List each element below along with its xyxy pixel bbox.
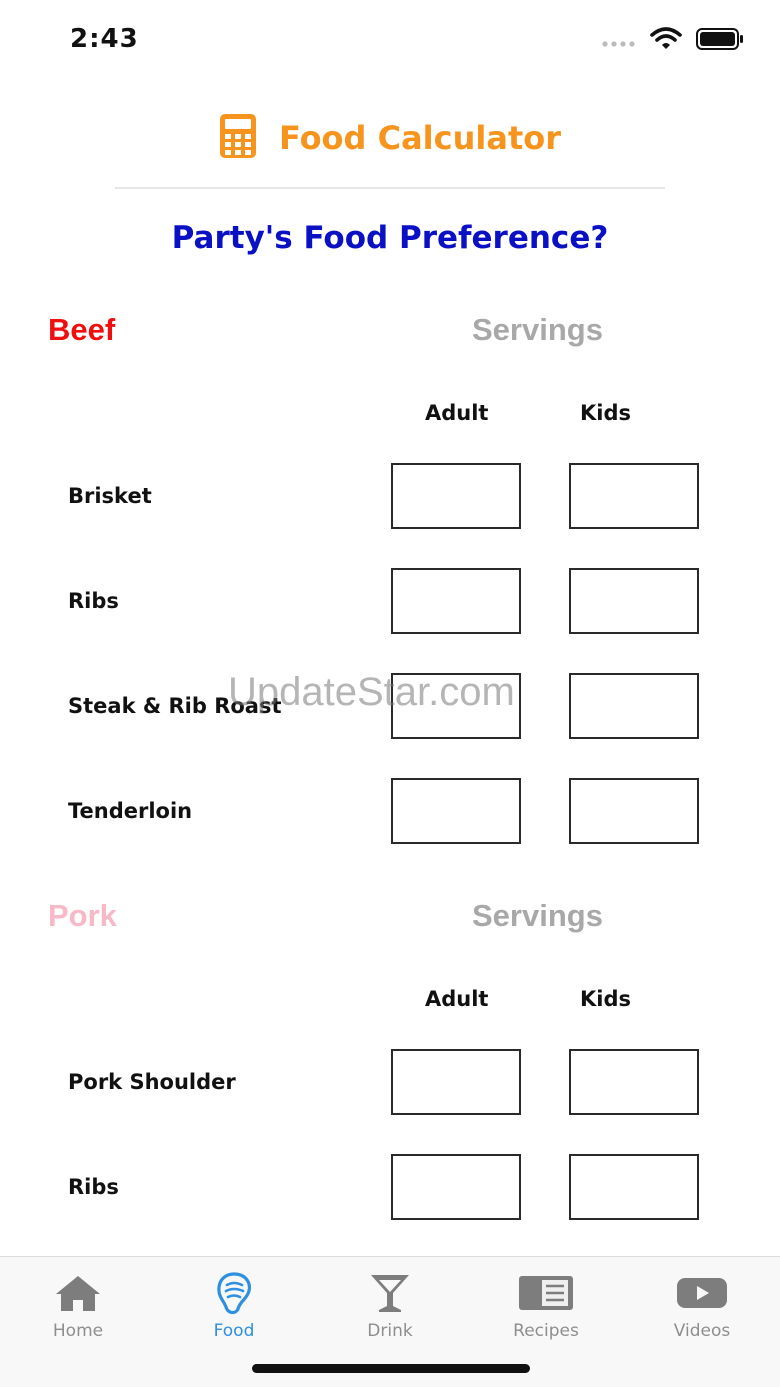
- cellular-signal-icon: [602, 32, 636, 51]
- tab-food[interactable]: Food: [174, 1271, 294, 1351]
- battery-icon: [696, 28, 744, 54]
- tenderloin-adult-input[interactable]: [391, 778, 521, 844]
- tab-label: Videos: [673, 1321, 731, 1341]
- recipe-book-icon: [518, 1271, 574, 1315]
- brisket-adult-input[interactable]: [391, 463, 521, 529]
- home-indicator: [252, 1364, 530, 1373]
- tab-label: Recipes: [513, 1321, 579, 1341]
- tab-home[interactable]: Home: [18, 1271, 138, 1351]
- cocktail-icon: [362, 1271, 418, 1315]
- section-title-beef: Beef: [48, 312, 116, 347]
- tab-label: Home: [52, 1321, 104, 1341]
- food-preference-question: Party's Food Preference?: [171, 220, 609, 256]
- tab-drink[interactable]: Drink: [330, 1271, 450, 1351]
- brisket-kids-input[interactable]: [569, 463, 699, 529]
- status-bar: 2:43: [0, 0, 780, 80]
- steak-rib-roast-kids-input[interactable]: [569, 673, 699, 739]
- row-label-pork-shoulder: Pork Shoulder: [68, 1070, 236, 1094]
- pork-shoulder-kids-input[interactable]: [569, 1049, 699, 1115]
- column-header-kids: Kids: [580, 401, 632, 425]
- row-label-pork-ribs: Ribs: [68, 1175, 119, 1199]
- status-icons: [602, 27, 744, 55]
- pork-ribs-adult-input[interactable]: [391, 1154, 521, 1220]
- servings-label: Servings: [472, 312, 603, 347]
- food-icon: [206, 1271, 262, 1315]
- home-icon: [50, 1271, 106, 1315]
- pork-shoulder-adult-input[interactable]: [391, 1049, 521, 1115]
- tab-label: Food: [213, 1321, 255, 1341]
- row-label-tenderloin: Tenderloin: [68, 799, 193, 823]
- tab-recipes[interactable]: Recipes: [486, 1271, 606, 1351]
- beef-ribs-kids-input[interactable]: [569, 568, 699, 634]
- row-label-brisket: Brisket: [68, 484, 152, 508]
- wifi-icon: [650, 27, 682, 55]
- video-play-icon: [674, 1271, 730, 1315]
- column-header-adult: Adult: [425, 987, 489, 1011]
- beef-ribs-adult-input[interactable]: [391, 568, 521, 634]
- pork-ribs-kids-input[interactable]: [569, 1154, 699, 1220]
- tab-label: Drink: [367, 1321, 413, 1341]
- calculator-icon: [219, 113, 257, 163]
- column-header-adult: Adult: [425, 401, 489, 425]
- watermark: UpdateStar.com: [228, 670, 515, 714]
- section-title-pork: Pork: [48, 898, 117, 933]
- row-label-beef-ribs: Ribs: [68, 589, 119, 613]
- app-header: Food Calculator: [0, 108, 780, 168]
- tenderloin-kids-input[interactable]: [569, 778, 699, 844]
- status-time: 2:43: [70, 24, 139, 54]
- column-header-kids: Kids: [580, 987, 632, 1011]
- servings-label: Servings: [472, 898, 603, 933]
- app-title: Food Calculator: [279, 119, 561, 157]
- header-divider: [115, 187, 665, 189]
- tab-videos[interactable]: Videos: [642, 1271, 762, 1351]
